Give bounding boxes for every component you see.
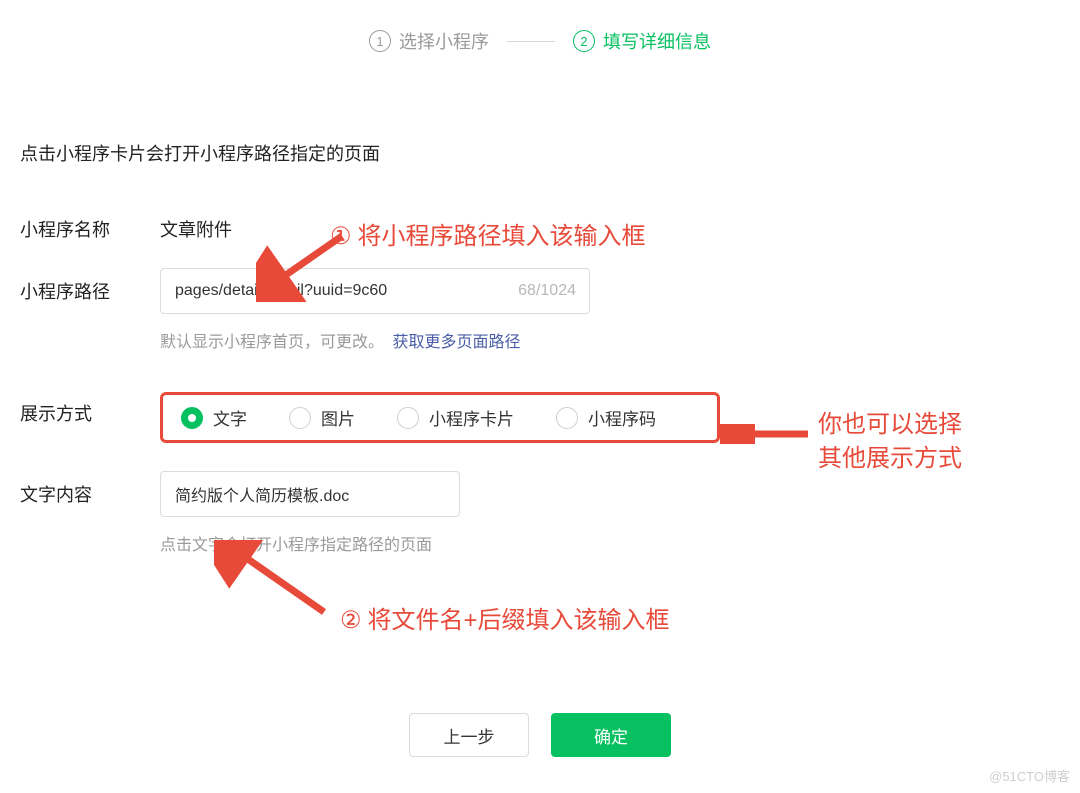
row-app-path: 小程序路径 68/1024 默认显示小程序首页，可更改。 获取更多页面路径 xyxy=(20,268,1060,352)
label-app-name: 小程序名称 xyxy=(20,206,160,242)
radio-qrcode[interactable]: 小程序码 xyxy=(556,405,656,430)
radio-icon xyxy=(181,407,203,429)
annotation-3: 你也可以选择其他展示方式 xyxy=(818,408,962,475)
char-counter: 68/1024 xyxy=(518,268,576,314)
step-number-icon: 2 xyxy=(573,30,595,52)
path-hint: 默认显示小程序首页，可更改。 获取更多页面路径 xyxy=(160,328,1060,352)
annotation-num-icon: ② xyxy=(340,606,362,635)
label-app-path: 小程序路径 xyxy=(20,268,160,304)
prev-button[interactable]: 上一步 xyxy=(409,713,529,757)
watermark: @51CTO博客 xyxy=(989,766,1070,785)
intro-text: 点击小程序卡片会打开小程序路径指定的页面 xyxy=(20,140,1060,166)
radio-label: 图片 xyxy=(321,405,355,430)
radio-icon xyxy=(289,407,311,429)
radio-icon xyxy=(556,407,578,429)
stepper: 1 选择小程序 2 填写详细信息 xyxy=(0,0,1080,54)
text-content-input[interactable] xyxy=(160,471,460,517)
annotation-2: ②将文件名+后缀填入该输入框 xyxy=(340,600,670,635)
radio-image[interactable]: 图片 xyxy=(289,405,355,430)
step-2-active[interactable]: 2 填写详细信息 xyxy=(573,28,711,54)
step-number-icon: 1 xyxy=(369,30,391,52)
radio-card[interactable]: 小程序卡片 xyxy=(397,405,514,430)
radio-icon xyxy=(397,407,419,429)
path-hint-text: 默认显示小程序首页，可更改。 xyxy=(160,334,384,351)
step-label: 选择小程序 xyxy=(399,28,489,54)
step-divider xyxy=(507,41,555,42)
row-text-content: 文字内容 点击文字会打开小程序指定路径的页面 xyxy=(20,471,1060,555)
annotation-1: ①将小程序路径填入该输入框 xyxy=(330,216,646,251)
footer-actions: 上一步 确定 xyxy=(0,713,1080,757)
text-content-hint: 点击文字会打开小程序指定路径的页面 xyxy=(160,531,1060,555)
step-1[interactable]: 1 选择小程序 xyxy=(369,28,489,54)
radio-label: 文字 xyxy=(213,405,247,430)
label-text-content: 文字内容 xyxy=(20,471,160,507)
radio-label: 小程序卡片 xyxy=(429,405,514,430)
confirm-button[interactable]: 确定 xyxy=(551,713,671,757)
get-more-paths-link[interactable]: 获取更多页面路径 xyxy=(392,334,520,351)
radio-label: 小程序码 xyxy=(588,405,656,430)
step-label: 填写详细信息 xyxy=(603,28,711,54)
path-input-wrap: 68/1024 xyxy=(160,268,590,314)
annotation-num-icon: ① xyxy=(330,222,352,251)
display-mode-radio-group: 文字 图片 小程序卡片 小程序码 xyxy=(160,392,720,443)
form-content: 点击小程序卡片会打开小程序路径指定的页面 小程序名称 文章附件 小程序路径 68… xyxy=(20,140,1060,581)
radio-text[interactable]: 文字 xyxy=(181,405,247,430)
label-display-mode: 展示方式 xyxy=(20,390,160,426)
